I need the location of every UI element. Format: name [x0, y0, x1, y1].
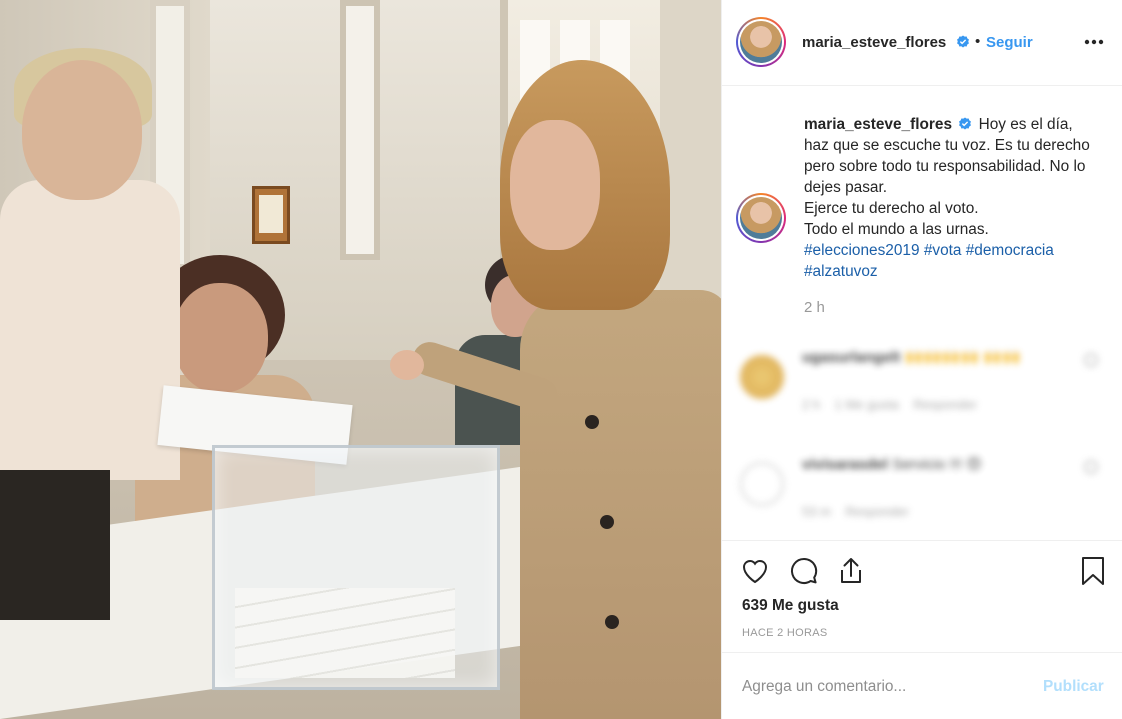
comment-input[interactable]	[742, 675, 1022, 699]
caption-line-2: Ejerce tu derecho al voto.	[804, 200, 979, 217]
author-avatar[interactable]	[736, 17, 786, 67]
post-actions: 639 Me gusta HACE 2 HORAS	[722, 540, 1122, 652]
caption-username[interactable]: maria_esteve_flores	[804, 116, 952, 133]
photo-ballot-box	[212, 445, 500, 690]
post-caption: maria_esteve_flores Hoy es el día, haz q…	[804, 114, 1094, 282]
hashtag-link[interactable]: #democracia	[966, 242, 1054, 259]
comment-item: ugasurlangelt 🙌🙌🙌🙌 🙌🙌 2 h 1 Me gusta Res…	[736, 345, 1116, 425]
comment-meta: 53 m Responder	[802, 504, 909, 519]
verified-badge-icon	[957, 35, 969, 48]
post-side-panel: maria_esteve_flores • Seguir maria_estev…	[721, 0, 1122, 719]
comment-username[interactable]: vivisarasdel	[802, 456, 888, 473]
reply-button[interactable]: Responder	[913, 397, 977, 412]
photo-window-center	[340, 0, 380, 260]
photo-person-voter	[390, 60, 721, 719]
post-header: maria_esteve_flores • Seguir	[722, 0, 1122, 86]
comment-text: vivisarasdel Servicio !!! 😍	[802, 456, 982, 473]
hashtag-link[interactable]: #vota	[924, 242, 962, 259]
comment-username[interactable]: ugasurlangelt	[802, 349, 900, 366]
heart-icon[interactable]	[1084, 353, 1098, 367]
author-username[interactable]: maria_esteve_flores	[802, 34, 946, 51]
comment-icon[interactable]	[788, 555, 820, 587]
reply-button[interactable]: Responder	[845, 504, 909, 519]
bookmark-icon[interactable]	[1077, 555, 1109, 587]
header-separator: •	[975, 33, 981, 50]
photo-wall-sign	[252, 186, 290, 244]
heart-icon[interactable]	[739, 555, 771, 587]
follow-button[interactable]: Seguir	[986, 34, 1033, 51]
comment-text: ugasurlangelt 🙌🙌🙌🙌 🙌🙌	[802, 349, 1021, 366]
verified-badge-icon	[959, 117, 972, 130]
comments-section[interactable]: maria_esteve_flores Hoy es el día, haz q…	[722, 87, 1122, 540]
hashtag-link[interactable]: #alzatuvoz	[804, 263, 878, 280]
post-time-ago: HACE 2 HORAS	[742, 627, 828, 639]
share-icon[interactable]	[835, 555, 867, 587]
likes-count[interactable]: 639 Me gusta	[742, 597, 839, 615]
hashtag-link[interactable]: #elecciones2019	[804, 242, 920, 259]
caption-avatar[interactable]	[736, 193, 786, 243]
comment-avatar[interactable]	[740, 355, 784, 399]
comment-meta: 2 h 1 Me gusta Responder	[802, 397, 977, 412]
caption-timestamp: 2 h	[804, 299, 825, 316]
add-comment-bar: Publicar	[722, 652, 1122, 719]
post-photo[interactable]	[0, 0, 721, 719]
publish-button[interactable]: Publicar	[1043, 678, 1104, 696]
more-horizontal-icon[interactable]	[1082, 30, 1106, 54]
caption-line-3: Todo el mundo a las urnas.	[804, 221, 989, 238]
comment-avatar[interactable]	[740, 462, 784, 506]
comment-item: vivisarasdel Servicio !!! 😍 53 m Respond…	[736, 452, 1116, 532]
photo-person-left	[0, 48, 180, 620]
heart-icon[interactable]	[1084, 460, 1098, 474]
